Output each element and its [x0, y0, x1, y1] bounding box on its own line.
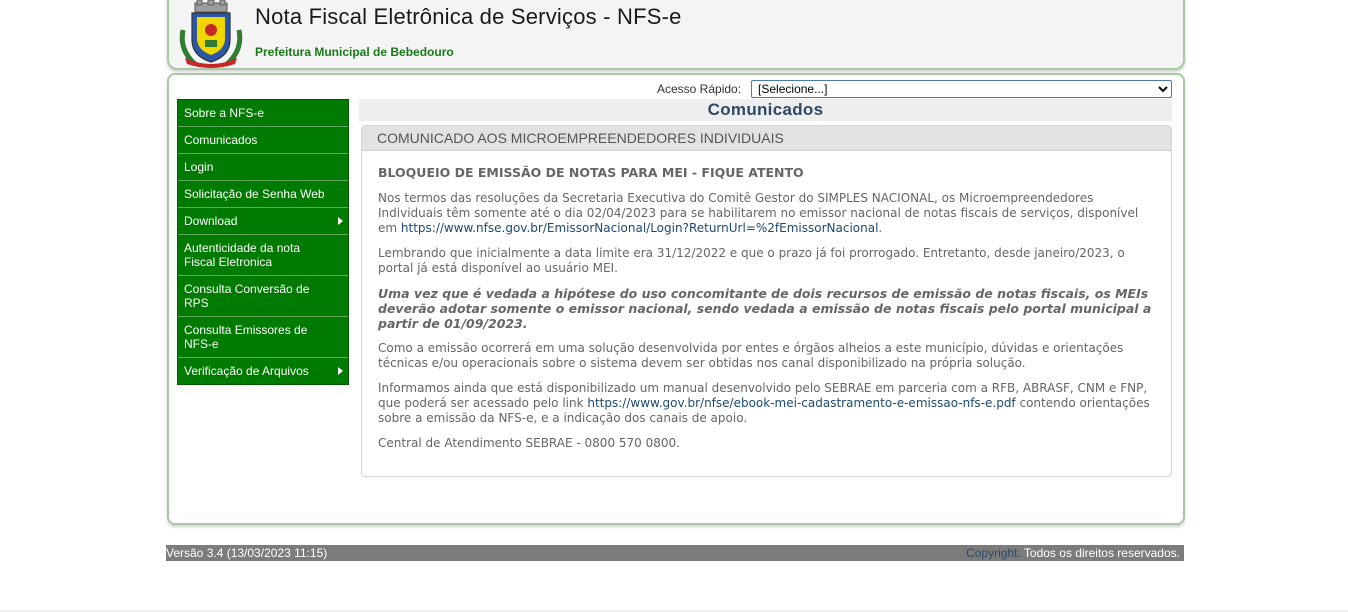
- menu-item-label: Verificação de Arquivos: [184, 364, 309, 378]
- paragraph-3: Uma vez que é vedada a hipótese do uso c…: [378, 286, 1152, 331]
- sebrae-manual-link[interactable]: https://www.gov.br/nfse/ebook-mei-cadast…: [587, 396, 1015, 410]
- site-header: Nota Fiscal Eletrônica de Serviços - NFS…: [167, 0, 1185, 70]
- menu-item-verificacao-arquivos[interactable]: Verificação de Arquivos: [178, 358, 348, 384]
- quick-access: Acesso Rápido: [Selecione...]: [657, 80, 1173, 98]
- paragraph-1: Nos termos das resoluções da Secretaria …: [378, 191, 1155, 236]
- copyright: Copyright. Todos os direitos reservados.: [966, 545, 1180, 561]
- menu-item-label: Comunicados: [184, 133, 258, 147]
- emissor-nacional-link[interactable]: https://www.nfse.gov.br/EmissorNacional/…: [401, 221, 879, 235]
- municipal-crest-icon: [175, 0, 247, 68]
- paragraph-5: Informamos ainda que está disponibilizad…: [378, 381, 1155, 426]
- announcement-body: BLOQUEIO DE EMISSÃO DE NOTAS PARA MEI - …: [362, 151, 1171, 451]
- rights-text: Todos os direitos reservados.: [1020, 546, 1180, 560]
- menu-item-download[interactable]: Download: [178, 208, 348, 235]
- paragraph-6: Central de Atendimento SEBRAE - 0800 570…: [378, 436, 680, 450]
- quick-access-select[interactable]: [Selecione...]: [751, 80, 1173, 98]
- paragraph-4: Como a emissão ocorrerá em uma solução d…: [378, 341, 1124, 370]
- content-panel: Acesso Rápido: [Selecione...] Sobre a NF…: [167, 73, 1185, 525]
- menu-item-label: Solicitação de Senha Web: [184, 187, 325, 201]
- version-text: Versão 3.4 (13/03/2023 11:15): [166, 546, 328, 560]
- copyright-link[interactable]: Copyright.: [966, 546, 1021, 560]
- menu-item-label: Download: [184, 214, 238, 228]
- menu-item-label: Consulta Emissores de NFS-e: [184, 323, 308, 351]
- footer-bar: Versão 3.4 (13/03/2023 11:15) Copyright.…: [166, 545, 1184, 561]
- menu-item-solicitacao-senha[interactable]: Solicitação de Senha Web: [178, 181, 348, 208]
- main-area: Comunicados COMUNICADO AOS MICROEMPREEND…: [359, 99, 1172, 477]
- submenu-arrow-icon: [338, 217, 343, 225]
- quick-access-label: Acesso Rápido:: [657, 82, 742, 96]
- announcement-box: COMUNICADO AOS MICROEMPREENDEDORES INDIV…: [361, 125, 1172, 477]
- menu-item-label: Autenticidade da nota Fiscal Eletronica: [184, 241, 301, 269]
- menu-item-sobre[interactable]: Sobre a NFS-e: [178, 100, 348, 127]
- paragraph-1-end: .: [878, 221, 883, 235]
- menu-item-emissores[interactable]: Consulta Emissores de NFS-e: [178, 317, 348, 358]
- app-title: Nota Fiscal Eletrônica de Serviços - NFS…: [255, 4, 682, 29]
- municipality-name: Prefeitura Municipal de Bebedouro: [255, 45, 454, 59]
- page-title: Comunicados: [359, 99, 1172, 121]
- paragraph-2: Lembrando que inicialmente a data limite…: [378, 246, 1125, 275]
- submenu-arrow-icon: [338, 367, 343, 375]
- menu-item-login[interactable]: Login: [178, 154, 348, 181]
- menu-item-label: Sobre a NFS-e: [184, 106, 265, 120]
- sidebar-menu: Sobre a NFS-e Comunicados Login Solicita…: [177, 99, 349, 385]
- menu-item-label: Consulta Conversão de RPS: [184, 282, 310, 310]
- announcement-title: COMUNICADO AOS MICROEMPREENDEDORES INDIV…: [362, 126, 1171, 151]
- announcement-heading: BLOQUEIO DE EMISSÃO DE NOTAS PARA MEI - …: [378, 165, 804, 180]
- menu-item-autenticidade[interactable]: Autenticidade da nota Fiscal Eletronica: [178, 235, 348, 276]
- menu-item-conversao-rps[interactable]: Consulta Conversão de RPS: [178, 276, 348, 317]
- menu-item-comunicados[interactable]: Comunicados: [178, 127, 348, 154]
- menu-item-label: Login: [184, 160, 214, 174]
